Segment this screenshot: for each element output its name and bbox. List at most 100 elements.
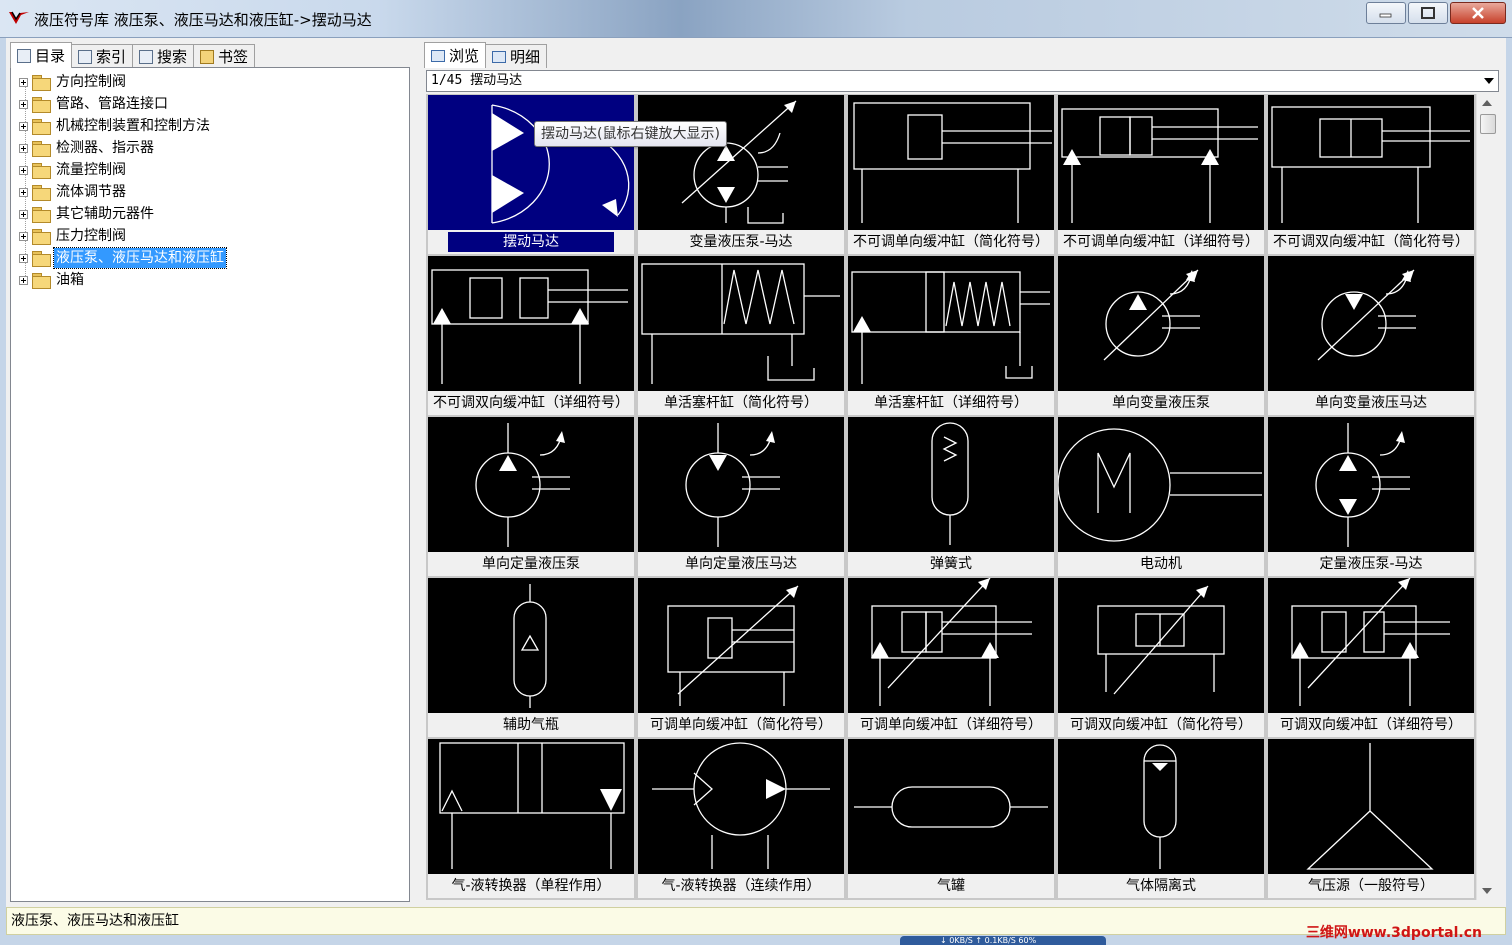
expand-icon[interactable] <box>19 99 28 109</box>
expand-icon[interactable] <box>19 253 28 263</box>
symbol-card[interactable]: 变量液压泵-马达 <box>636 94 846 255</box>
symbol-card[interactable]: 辅助气瓶 <box>426 577 636 738</box>
symbol-card[interactable]: 可调单向缓冲缸（详细符号） <box>846 577 1056 738</box>
tree-item[interactable]: 流量控制阀 <box>19 160 128 180</box>
maximize-button[interactable] <box>1408 2 1448 24</box>
symbol-caption: 单活塞杆缸（简化符号） <box>638 391 844 415</box>
tree-item[interactable]: 检测器、指示器 <box>19 138 156 158</box>
tab-search[interactable]: 搜索 <box>132 44 195 68</box>
symbol-card[interactable]: 可调单向缓冲缸（简化符号） <box>636 577 846 738</box>
minimize-button[interactable] <box>1366 2 1406 24</box>
title-bar[interactable]: 液压符号库 液压泵、液压马达和液压缸->摆动马达 <box>0 0 1512 38</box>
expand-icon[interactable] <box>19 77 28 87</box>
minimize-icon <box>1379 13 1392 18</box>
tree-item-label: 其它辅助元器件 <box>56 206 154 222</box>
scroll-up-icon[interactable] <box>1482 100 1492 106</box>
symbol-thumbnail[interactable] <box>848 256 1054 391</box>
expand-icon[interactable] <box>19 275 28 285</box>
folder-icon <box>32 163 51 179</box>
tree-item[interactable]: 油箱 <box>19 270 86 290</box>
close-button[interactable] <box>1450 2 1506 24</box>
tab-bookmark[interactable]: 书签 <box>193 44 256 68</box>
symbol-label: 气-液转换器（单程作用） <box>451 878 611 894</box>
tab-detail[interactable]: 明细 <box>485 44 548 68</box>
symbol-thumbnail[interactable] <box>848 578 1054 713</box>
symbol-card[interactable]: 摆动马达 <box>426 94 636 255</box>
symbol-thumbnail[interactable] <box>1268 739 1474 874</box>
chevron-down-icon[interactable] <box>1484 78 1494 84</box>
symbol-thumbnail[interactable] <box>848 95 1054 230</box>
symbol-caption: 辅助气瓶 <box>428 713 634 737</box>
tab-catalog[interactable]: 目录 <box>10 42 73 68</box>
symbol-card[interactable]: 气-液转换器（连续作用） <box>636 738 846 899</box>
symbol-card[interactable]: 单活塞杆缸（简化符号） <box>636 255 846 416</box>
symbol-card[interactable]: 气罐 <box>846 738 1056 899</box>
symbol-thumbnail[interactable] <box>1268 417 1474 552</box>
symbol-card[interactable]: 不可调单向缓冲缸（详细符号） <box>1056 94 1266 255</box>
symbol-thumbnail[interactable] <box>428 739 634 874</box>
symbol-card[interactable]: 电动机 <box>1056 416 1266 577</box>
tree-item[interactable]: 管路、管路连接口 <box>19 94 170 114</box>
expand-icon[interactable] <box>19 143 28 153</box>
symbol-caption: 电动机 <box>1058 552 1264 576</box>
scroll-down-icon[interactable] <box>1482 888 1492 894</box>
symbol-thumbnail[interactable] <box>1268 578 1474 713</box>
tree-item[interactable]: 其它辅助元器件 <box>19 204 156 224</box>
symbol-thumbnail[interactable] <box>638 256 844 391</box>
tree-item[interactable]: 方向控制阀 <box>19 72 128 92</box>
symbol-thumbnail[interactable] <box>638 417 844 552</box>
symbol-card[interactable]: 不可调双向缓冲缸（简化符号） <box>1266 94 1476 255</box>
adj-cyl-double-detail-icon <box>1291 578 1450 706</box>
expand-icon[interactable] <box>19 231 28 241</box>
symbol-caption: 气-液转换器（连续作用） <box>638 874 844 898</box>
expand-icon[interactable] <box>19 165 28 175</box>
tree-item-selected[interactable]: 液压泵、液压马达和液压缸 <box>19 247 227 269</box>
symbol-thumbnail[interactable] <box>428 95 634 230</box>
symbol-thumbnail[interactable] <box>848 417 1054 552</box>
symbol-thumbnail[interactable] <box>428 578 634 713</box>
symbol-card[interactable]: 单向定量液压泵 <box>426 416 636 577</box>
close-icon <box>1472 7 1484 19</box>
symbol-thumbnail[interactable] <box>1058 256 1264 391</box>
symbol-card[interactable]: 不可调双向缓冲缸（详细符号） <box>426 255 636 416</box>
symbol-thumbnail[interactable] <box>1058 578 1264 713</box>
network-speed-widget: ↓ 0KB/S ↑ 0.1KB/S 60% <box>900 936 1106 945</box>
symbol-path-dropdown[interactable]: 1/45 摆动马达 <box>426 70 1499 92</box>
symbol-card[interactable]: 气-液转换器（单程作用） <box>426 738 636 899</box>
window-frame-bottom <box>0 935 1512 945</box>
symbol-thumbnail[interactable] <box>1058 739 1264 874</box>
category-tree[interactable]: 方向控制阀 管路、管路连接口 机械控制装置和控制方法 检测器、指示器 流量控制阀… <box>10 67 410 902</box>
symbol-card[interactable]: 单向变量液压马达 <box>1266 255 1476 416</box>
symbol-thumbnail[interactable] <box>638 95 844 230</box>
expand-icon[interactable] <box>19 209 28 219</box>
gallery-scrollbar[interactable] <box>1476 94 1498 900</box>
symbol-card[interactable]: 气体隔离式 <box>1056 738 1266 899</box>
symbol-thumbnail[interactable] <box>1058 95 1264 230</box>
symbol-thumbnail[interactable] <box>428 256 634 391</box>
symbol-card[interactable]: 不可调单向缓冲缸（简化符号） <box>846 94 1056 255</box>
symbol-card[interactable]: 定量液压泵-马达 <box>1266 416 1476 577</box>
symbol-thumbnail[interactable] <box>638 739 844 874</box>
symbol-card[interactable]: 单向变量液压泵 <box>1056 255 1266 416</box>
symbol-gallery[interactable]: 摆动马达 变量液压泵-马达 不可调单向缓冲缸（简化符号） 不可调单向缓冲缸（详细符号）… <box>426 94 1476 900</box>
symbol-card[interactable]: 可调双向缓冲缸（简化符号） <box>1056 577 1266 738</box>
symbol-thumbnail[interactable] <box>638 578 844 713</box>
tab-index[interactable]: 索引 <box>71 44 134 68</box>
symbol-card[interactable]: 气压源（一般符号） <box>1266 738 1476 899</box>
tab-browse[interactable]: 浏览 <box>424 42 487 68</box>
expand-icon[interactable] <box>19 187 28 197</box>
expand-icon[interactable] <box>19 121 28 131</box>
symbol-card[interactable]: 单向定量液压马达 <box>636 416 846 577</box>
symbol-card[interactable]: 可调双向缓冲缸（详细符号） <box>1266 577 1476 738</box>
tree-item[interactable]: 机械控制装置和控制方法 <box>19 116 212 136</box>
scrollbar-thumb[interactable] <box>1480 114 1496 134</box>
tree-item[interactable]: 流体调节器 <box>19 182 128 202</box>
symbol-card[interactable]: 单活塞杆缸（详细符号） <box>846 255 1056 416</box>
symbol-card[interactable]: 弹簧式 <box>846 416 1056 577</box>
symbol-thumbnail[interactable] <box>1268 256 1474 391</box>
symbol-thumbnail[interactable] <box>428 417 634 552</box>
symbol-thumbnail[interactable] <box>848 739 1054 874</box>
tree-item[interactable]: 压力控制阀 <box>19 226 128 246</box>
symbol-thumbnail[interactable] <box>1058 417 1264 552</box>
symbol-thumbnail[interactable] <box>1268 95 1474 230</box>
